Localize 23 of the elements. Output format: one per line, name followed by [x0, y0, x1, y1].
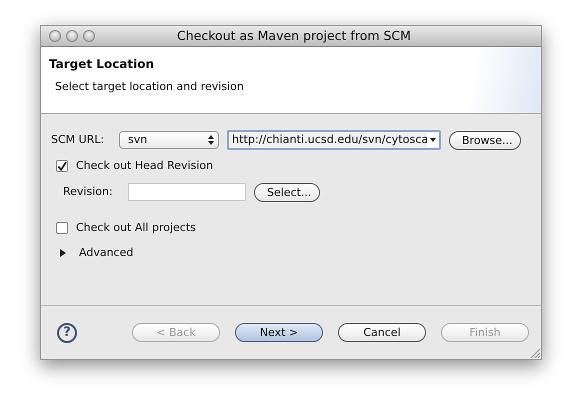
checkbox[interactable]: [56, 222, 68, 234]
revision-label: Revision:: [63, 184, 114, 200]
minimize-button[interactable]: [66, 30, 78, 42]
help-button[interactable]: ?: [57, 322, 77, 342]
resize-grip-icon[interactable]: [530, 348, 540, 358]
page-title: Target Location: [49, 56, 156, 73]
checkbox[interactable]: [56, 160, 68, 172]
page-description: Select target location and revision: [55, 79, 245, 95]
expander-icon[interactable]: [59, 249, 67, 258]
scm-url-label: SCM URL:: [51, 132, 106, 148]
zoom-button[interactable]: [83, 30, 95, 42]
scm-url-combo[interactable]: http://chianti.ucsd.edu/svn/cytosca: [227, 130, 441, 150]
browse-button[interactable]: Browse...: [449, 130, 521, 150]
dialog-button[interactable]: Next >: [235, 323, 323, 342]
window-title: Checkout as Maven project from SCM: [176, 26, 412, 45]
checkbox-label[interactable]: Check out All projects: [76, 220, 196, 236]
scm-type-dropdown[interactable]: svn: [119, 131, 219, 149]
close-button[interactable]: [49, 30, 61, 42]
advanced-label[interactable]: Advanced: [79, 245, 134, 262]
checkbox-label[interactable]: Check out Head Revision: [76, 158, 214, 174]
revision-field[interactable]: [128, 183, 246, 201]
dialog-button[interactable]: Cancel: [338, 323, 426, 342]
select-button[interactable]: Select...: [254, 182, 320, 202]
